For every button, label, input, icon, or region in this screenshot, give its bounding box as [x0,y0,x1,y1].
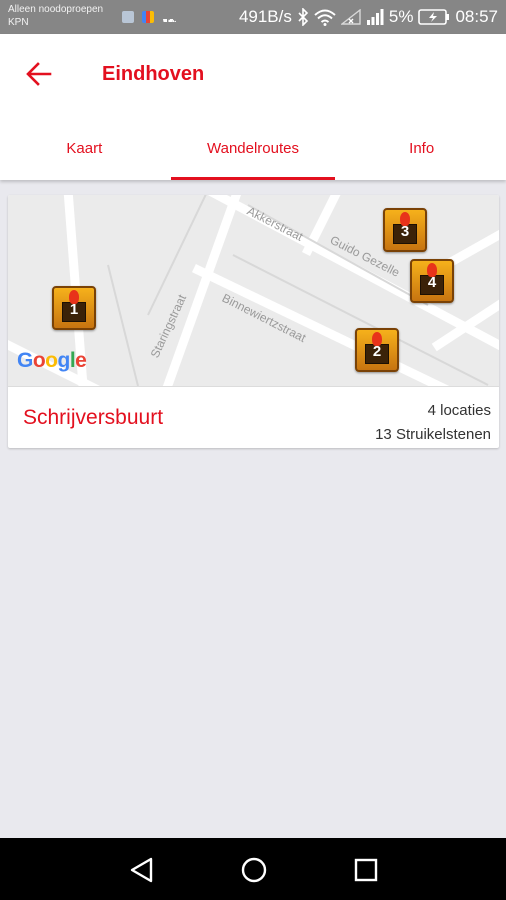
notification-icons [122,11,176,23]
photos-notification-icon [142,11,154,23]
signal-strength-icon [366,9,384,25]
wifi-icon [314,9,336,26]
map-marker-3[interactable]: 3 [383,208,427,252]
route-stats: 4 locaties 13 Struikelstenen [375,399,491,447]
image-notification-icon [122,11,134,23]
network-speed: 491B/s [238,7,292,26]
carrier-line-2: KPN [8,17,29,28]
back-arrow-icon [26,62,52,86]
more-notifications-icon [162,19,176,23]
nav-home-button[interactable] [239,855,269,885]
map-marker-2[interactable]: 2 [355,328,399,372]
nav-home-icon [241,857,267,883]
battery-percentage: 5% [388,7,414,26]
marker-number: 4 [427,274,437,291]
map-marker-4[interactable]: 4 [410,259,454,303]
map-marker-1[interactable]: 1 [52,286,96,330]
bluetooth-icon [298,8,309,26]
carrier-text: Alleen noodoproepen KPN [8,3,103,29]
battery-icon [418,9,450,25]
marker-number: 2 [372,343,382,360]
marker-number: 3 [400,223,410,240]
tab-info[interactable]: Info [337,126,506,180]
tab-wandelroutes[interactable]: Wandelroutes [169,126,338,180]
google-logo: Google [17,349,87,372]
route-map[interactable]: Akkerstraat Guido Gezelle Binnewiertzstr… [8,195,499,386]
app-bar: Eindhoven Kaart Wandelroutes Info [0,34,506,180]
route-locations: 4 locaties [427,402,491,419]
marker-number: 1 [69,301,79,318]
navigation-bar [0,838,506,900]
route-name: Schrijversbuurt [23,406,164,429]
route-stones: 13 Struikelstenen [375,426,491,443]
nav-back-icon [130,857,153,883]
clock: 08:57 [455,7,498,26]
nav-recents-button[interactable] [351,855,381,885]
route-card[interactable]: Akkerstraat Guido Gezelle Binnewiertzstr… [8,195,499,448]
tab-bar: Kaart Wandelroutes Info [0,126,506,180]
route-summary: Schrijversbuurt 4 locaties 13 Struikelst… [8,386,499,448]
nav-back-button[interactable] [127,855,157,885]
tab-kaart[interactable]: Kaart [0,126,169,180]
signal-icon [340,9,361,25]
status-right: 491B/s 5% 08:57 [239,7,498,27]
carrier-line-1: Alleen noodoproepen [8,4,104,15]
status-bar: Alleen noodoproepen KPN 491B/s 5% 08:57 [0,0,506,34]
back-button[interactable] [24,59,54,89]
nav-recents-icon [354,858,378,882]
page-title: Eindhoven [102,63,205,85]
